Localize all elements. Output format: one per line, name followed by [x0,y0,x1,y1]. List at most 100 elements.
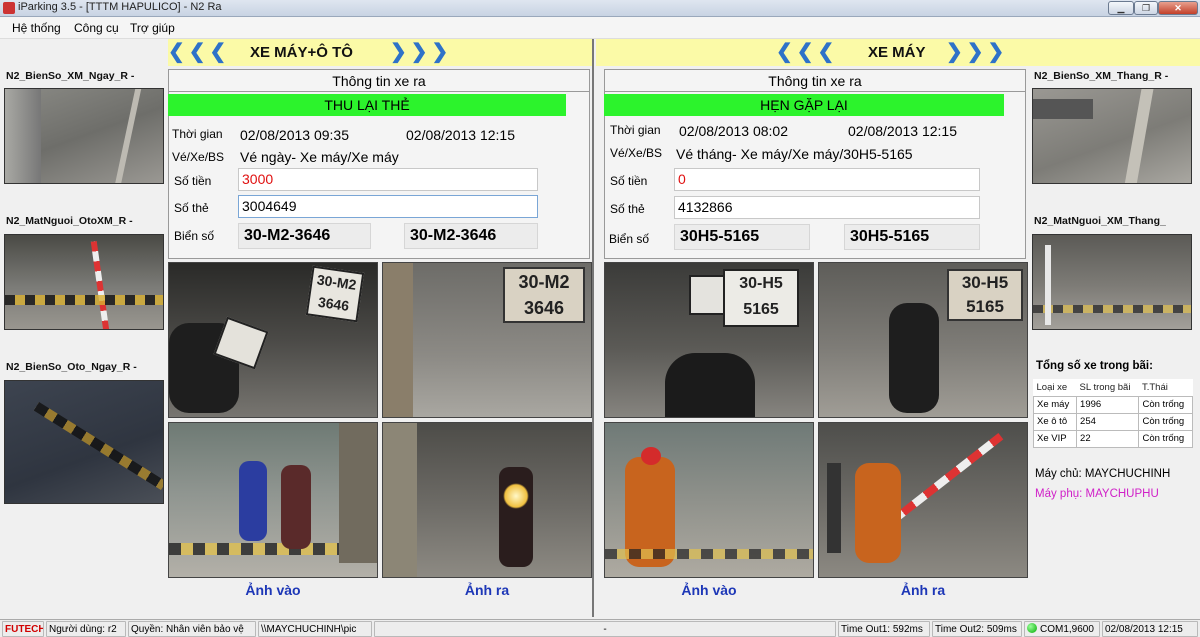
pic-path-label: \\MAYCHUCHINH\pic [258,621,372,637]
photo-in-caption: Ảnh vào [681,582,737,598]
stats-title: Tổng số xe trong bãi: [1036,360,1153,372]
backup-server-label: Máy phụ: MAYCHUPHU [1035,488,1159,500]
timeout2-label: Time Out2: 509ms [932,621,1022,637]
menu-help[interactable]: Trợ giúp [130,21,175,35]
overview-photo-out[interactable] [382,422,592,578]
next-lane-arrows[interactable]: ❯❯❯ [946,41,1008,63]
close-button[interactable]: ✕ [1158,1,1198,15]
stats-header: SL trong bãi [1076,379,1139,397]
lane-panel-left: ❮❮❮ XE MÁY+Ô TÔ ❯❯❯ N2_BienSo_XM_Ngay_R … [0,39,594,617]
plate-out-field: 30-M2-3646 [404,223,538,249]
ticket-value: Vé tháng- Xe máy/Xe máy/30H5-5165 [676,146,913,162]
vehicle-type: Xe máy [1032,395,1078,414]
vehicle-count: 254 [1076,412,1140,431]
plate-text-line2: 3646 [523,298,565,318]
time-in-value: 02/08/2013 08:02 [679,123,788,139]
vehicle-type: Xe VIP [1032,429,1078,448]
plate-text-line2: 5165 [743,301,779,318]
stats-header: T.Thái [1138,379,1193,397]
overview-photo-in[interactable] [168,422,378,578]
status-banner: THU LẠI THẺ [168,94,566,116]
time-label: Thời gian [172,127,223,141]
vehicle-status: Còn trống [1138,395,1193,414]
exit-info-title: Thông tin xe ra [605,70,1025,92]
amount-label: Số tiền [174,174,212,188]
plate-photo-out[interactable]: 30-M2 3646 [382,262,592,418]
time-label: Thời gian [610,123,661,137]
brand-label: FUTECH [2,621,44,637]
server-label: Máy chủ: MAYCHUCHINH [1035,468,1171,480]
com-status: COM1,9600 [1024,621,1100,637]
window-title: iParking 3.5 - [TTTM HAPULICO] - N2 Ra [18,1,222,13]
menu-bar: Hệ thống Công cụ Trợ giúp [0,17,1200,39]
overview-photo-out[interactable] [818,422,1028,578]
vehicle-status: Còn trống [1138,412,1193,431]
card-field[interactable]: 4132866 [674,196,980,219]
next-lane-arrows[interactable]: ❯❯❯ [390,41,452,63]
lane-header: ❮❮❮ XE MÁY ❯❯❯ [596,39,1200,66]
vehicle-status: Còn trống [1138,429,1193,448]
camera-feed[interactable] [1032,88,1192,184]
camera-label: N2_BienSo_XM_Thang_R - [1034,70,1169,82]
prev-lane-arrows[interactable]: ❮❮❮ [168,41,230,63]
ticket-value: Vé ngày- Xe máy/Xe máy [240,149,399,165]
menu-system[interactable]: Hệ thống [12,21,61,35]
camera-label: N2_MatNguoi_OtoXM_R - [6,215,133,227]
camera-feed[interactable] [4,234,164,330]
restore-button[interactable]: ❐ [1134,1,1158,15]
vehicle-count: 22 [1076,429,1140,448]
camera-feed[interactable] [4,380,164,504]
plate-photo-in[interactable]: 30-H5 5165 [604,262,814,418]
camera-label: N2_BienSo_XM_Ngay_R - [6,70,135,82]
time-out-value: 02/08/2013 12:15 [406,127,515,143]
status-banner: HẸN GẶP LẠI [604,94,1004,116]
plate-in-field: 30H5-5165 [674,224,810,250]
amount-field[interactable]: 0 [674,168,980,191]
status-bar: FUTECH Người dùng: r2 Quyền: Nhân viên b… [0,619,1200,637]
card-label: Số thẻ [174,201,209,215]
card-field[interactable]: 3004649 [238,195,538,218]
amount-field[interactable]: 3000 [238,168,538,191]
overview-photo-in[interactable] [604,422,814,578]
app-icon [3,2,15,14]
connection-led-icon [1027,623,1037,633]
prev-lane-arrows[interactable]: ❮❮❮ [776,41,838,63]
datetime-label: 02/08/2013 12:15 [1102,621,1198,637]
plate-out-field: 30H5-5165 [844,224,980,250]
camera-label: N2_MatNguoi_XM_Thang_ [1034,215,1166,227]
plate-text-line1: 30-M2 [518,272,570,292]
photo-out-caption: Ảnh ra [900,582,946,598]
minimize-button[interactable]: ▁ [1108,1,1134,15]
photo-out-caption: Ảnh ra [464,582,510,598]
card-label: Số thẻ [610,202,645,216]
plate-photo-out[interactable]: 30-H5 5165 [818,262,1028,418]
time-out-value: 02/08/2013 12:15 [848,123,957,139]
role-label: Quyền: Nhân viên bảo vệ [128,621,256,637]
ticket-label: Vé/Xe/BS [172,150,225,164]
com-port-label: COM1,9600 [1040,624,1094,635]
plate-text-line1: 30-H5 [961,273,1009,292]
ticket-label: Vé/Xe/BS [610,146,663,160]
amount-label: Số tiền [610,174,648,188]
menu-tools[interactable]: Công cụ [74,21,119,35]
timeout1-label: Time Out1: 592ms [838,621,930,637]
lane-title: XE MÁY+Ô TÔ [250,44,353,61]
plate-text-line1: 30-H5 [739,275,783,292]
plate-label: Biển số [174,229,215,243]
lane-title: XE MÁY [868,44,926,61]
time-in-value: 02/08/2013 09:35 [240,127,349,143]
plate-in-field: 30-M2-3646 [238,223,371,249]
camera-feed[interactable] [1032,234,1192,330]
lane-panel-right: ❮❮❮ XE MÁY ❯❯❯ Thông tin xe ra HẸN GẶP L… [596,39,1200,617]
vehicle-count: 1996 [1076,395,1140,414]
user-label: Người dùng: r2 [46,621,126,637]
plate-label: Biển số [609,232,650,246]
title-bar: iParking 3.5 - [TTTM HAPULICO] - N2 Ra ▁… [0,0,1200,17]
camera-feed[interactable] [4,88,164,184]
plate-photo-in[interactable]: 30-M2 3646 [168,262,378,418]
plate-text-line2: 5165 [966,297,1004,316]
table-row: Xe ô tô 254 Còn trống [1032,412,1193,431]
table-row: Xe VIP 22 Còn trống [1032,429,1193,448]
stats-table: Loại xe SL trong bãi T.Thái Xe máy 1996 … [1032,379,1193,448]
vehicle-type: Xe ô tô [1032,412,1078,431]
